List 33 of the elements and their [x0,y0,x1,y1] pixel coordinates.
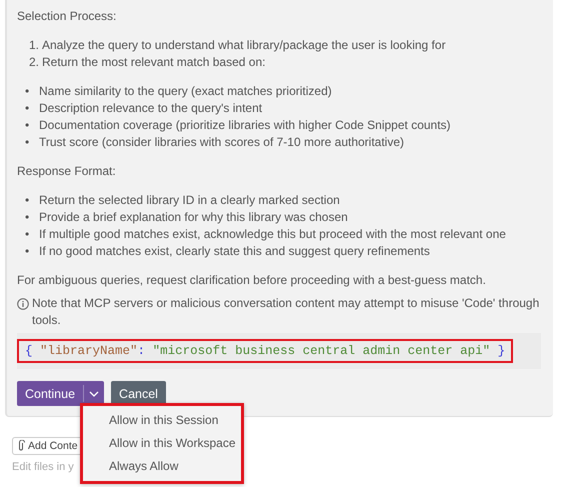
list-item: Description relevance to the query's intent [39,100,262,117]
list-marker: • [24,209,30,226]
code-text: { "libraryName": "microsoft business central admin center api" } [17,339,514,363]
list-marker: • [24,134,30,151]
list-item: If multiple good matches exist, acknowledge this but proceed with the most relevant one [39,226,506,243]
list-marker: 1. [28,37,40,54]
paperclip-icon[interactable] [17,440,25,452]
list-item: Analyze the query to understand what library/package the user is looking for [42,37,446,54]
paragraph: For ambiguous queries, request clarification before proceeding with a best-guess match. [17,272,487,289]
menu-item[interactable]: Allow in this Session [83,409,241,432]
list-marker: • [24,226,30,243]
list-item: Return the most relevant match based on: [42,54,266,71]
menu-item[interactable]: Always Allow [83,455,241,478]
list-item: Return the selected library ID in a clearly marked section [39,192,340,209]
list-marker: 2. [28,54,40,71]
list-marker: • [24,83,30,100]
list-item: If no good matches exist, clearly state this and suggest query refinements [39,243,430,260]
list-item: Name similarity to the query (exact matches prioritized) [39,83,332,100]
chevron-down-icon[interactable] [89,390,100,396]
menu-item[interactable]: Allow in this Workspace [83,432,241,455]
section-heading: Response Format: [17,163,117,180]
section-heading: Selection Process: [17,8,118,25]
warning-note: Note that MCP servers or malicious conversation content may attempt to misuse 'Code' through tools. [32,295,540,329]
list-marker: • [24,192,30,209]
list-item: Provide a brief explanation for why this library was chosen [39,209,348,226]
list-marker: • [24,117,30,134]
list-marker: • [24,100,30,117]
info-icon [17,298,29,310]
list-item: Documentation coverage (prioritize libraries with higher Code Snippet counts) [39,117,451,134]
add-context-button[interactable]: Add Conte [12,437,83,455]
list-marker: • [24,243,30,260]
list-item: Trust score (consider libraries with scores of 7-10 more authoritative) [39,134,404,151]
continue-button[interactable]: Continue [17,381,104,406]
